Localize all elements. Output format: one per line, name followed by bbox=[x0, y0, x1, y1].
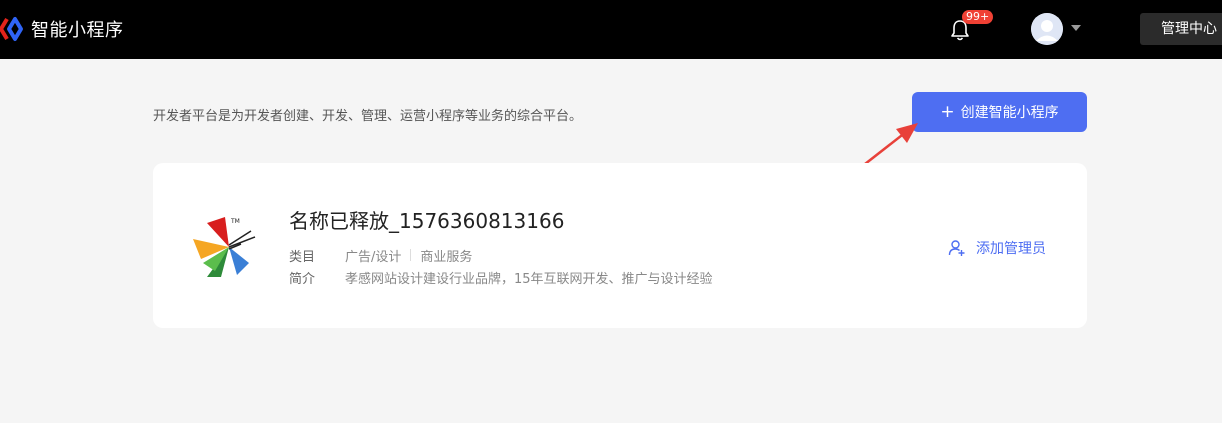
intro-value: 孝感网站设计建设行业品牌，15年互联网开发、推广与设计经验 bbox=[345, 272, 713, 287]
category-divider bbox=[410, 249, 412, 261]
chevron-down-icon[interactable] bbox=[1071, 25, 1081, 31]
category-primary: 广告/设计 bbox=[345, 250, 402, 265]
user-avatar-icon bbox=[1031, 13, 1063, 45]
mini-program-card[interactable]: TM 名称已释放_1576360813166 类目 广告/设计 商业服务 简介 … bbox=[153, 163, 1087, 328]
intro-label: 简介 bbox=[289, 272, 316, 287]
brand-title: 智能小程序 bbox=[31, 20, 124, 41]
platform-intro-text: 开发者平台是为开发者创建、开发、管理、运营小程序等业务的综合平台。 bbox=[153, 109, 583, 124]
top-nav-bar: 智能小程序 99+ 管理中心 bbox=[0, 0, 1222, 59]
notification-badge: 99+ bbox=[962, 10, 994, 24]
user-avatar[interactable] bbox=[1031, 13, 1063, 45]
category-secondary: 商业服务 bbox=[420, 250, 473, 265]
create-mini-program-button[interactable]: + 创建智能小程序 bbox=[912, 92, 1087, 132]
add-admin-button[interactable]: 添加管理员 bbox=[948, 238, 1046, 258]
category-label: 类目 bbox=[289, 250, 316, 265]
app-logo-icon: TM bbox=[193, 217, 256, 277]
app-name: 名称已释放_1576360813166 bbox=[289, 209, 565, 233]
plus-icon: + bbox=[940, 101, 955, 122]
create-button-label: 创建智能小程序 bbox=[960, 105, 1059, 121]
brand[interactable]: 智能小程序 bbox=[0, 15, 124, 43]
app-category-row: 类目 广告/设计 商业服务 bbox=[289, 246, 472, 265]
brand-logo-icon bbox=[0, 17, 23, 41]
add-admin-label: 添加管理员 bbox=[976, 241, 1046, 257]
add-user-icon bbox=[948, 240, 965, 256]
app-intro-row: 简介 孝感网站设计建设行业品牌，15年互联网开发、推广与设计经验 bbox=[289, 268, 713, 287]
svg-text:TM: TM bbox=[230, 218, 240, 225]
manage-center-button[interactable]: 管理中心 bbox=[1140, 13, 1222, 45]
